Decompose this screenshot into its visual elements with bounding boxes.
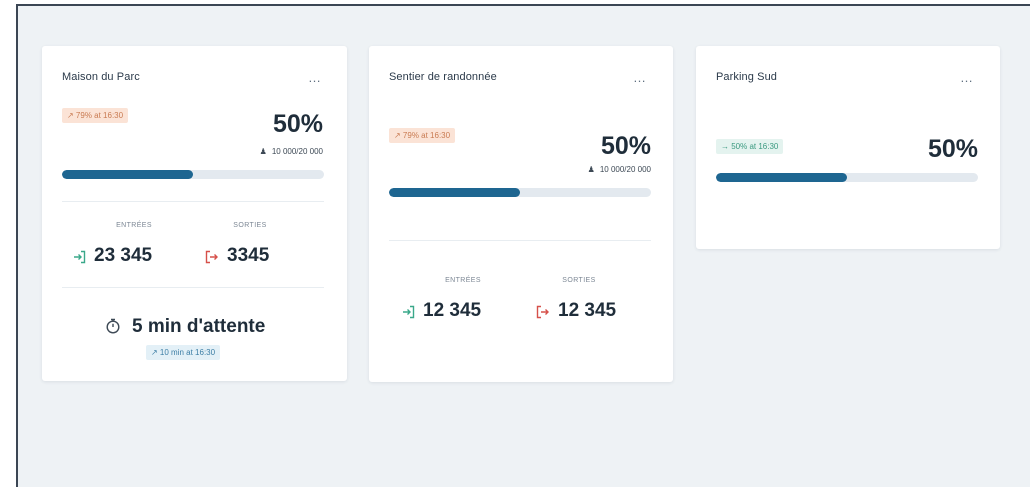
dashboard-canvas: Maison du Parc … ↗ 79% at 16:30 50% ♟ 10 … (16, 4, 1030, 487)
occupancy-bar (389, 188, 651, 197)
trend-badge: → 50% at 16:30 (716, 139, 784, 154)
occupancy-bar (716, 173, 978, 182)
capacity: ♟ 10 000/20 000 (260, 147, 323, 156)
card-title: Parking Sud (716, 71, 778, 83)
occupancy-bar-fill (62, 170, 193, 179)
exit-icon (205, 250, 218, 264)
capacity-value: 10 000/20 000 (599, 165, 651, 174)
card-sentier-de-randonnee[interactable]: Sentier de randonnée … ↗ 79% at 16:30 50… (369, 46, 673, 382)
occupancy-bar (62, 170, 324, 179)
entry-icon (74, 250, 86, 264)
exits-label: SORTIES (562, 277, 596, 284)
card-title: Sentier de randonnée (389, 71, 497, 83)
exits-label: SORTIES (233, 222, 267, 229)
person-icon: ♟ (259, 147, 267, 156)
exits-value: 12 345 (558, 300, 617, 321)
occupancy-percent: 50% (600, 132, 651, 160)
entries-value: 12 345 (423, 300, 482, 321)
exit-icon (536, 305, 549, 319)
capacity-value: 10 000/20 000 (271, 147, 323, 156)
more-options-icon[interactable]: … (960, 71, 973, 84)
occupancy-percent: 50% (927, 135, 978, 163)
card-maison-du-parc[interactable]: Maison du Parc … ↗ 79% at 16:30 50% ♟ 10 … (42, 46, 347, 381)
occupancy-bar-fill (389, 188, 520, 197)
occupancy-bar-fill (716, 173, 847, 182)
card-parking-sud[interactable]: Parking Sud … → 50% at 16:30 50% (696, 46, 1000, 249)
more-options-icon[interactable]: … (633, 71, 646, 84)
trend-badge: ↗ 79% at 16:30 (389, 128, 456, 143)
entries-value: 23 345 (94, 245, 153, 266)
occupancy-percent: 50% (272, 110, 323, 138)
capacity: ♟ 10 000/20 000 (588, 165, 651, 174)
divider (62, 287, 324, 288)
card-title: Maison du Parc (62, 71, 140, 83)
divider (62, 201, 324, 202)
entries-label: ENTRÉES (116, 222, 152, 229)
wait-trend-badge: ↗ 10 min at 16:30 (146, 345, 221, 360)
wait-time: 5 min d'attente (132, 316, 266, 337)
entry-icon (403, 305, 415, 319)
stopwatch-icon (106, 318, 120, 334)
entries-label: ENTRÉES (445, 277, 481, 284)
more-options-icon[interactable]: … (308, 71, 321, 84)
divider (389, 240, 651, 241)
trend-badge: ↗ 79% at 16:30 (62, 108, 129, 123)
person-icon: ♟ (587, 165, 595, 174)
exits-value: 3345 (227, 245, 270, 266)
